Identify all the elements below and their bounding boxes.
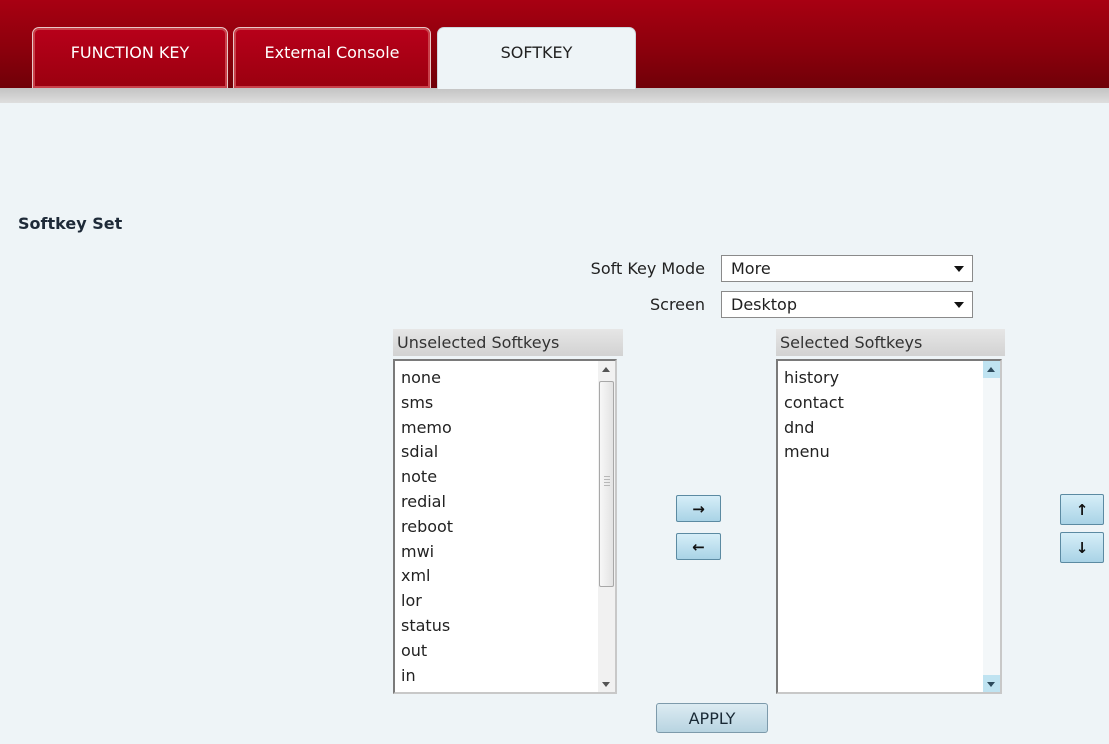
list-item[interactable]: contact [778, 391, 844, 416]
list-item[interactable]: lor [395, 589, 453, 614]
list-item[interactable]: memo [395, 416, 453, 441]
list-item[interactable]: out [395, 639, 453, 664]
grip-line [604, 479, 610, 480]
move-up-button[interactable]: ↑ [1060, 494, 1104, 525]
selected-scrollbar[interactable] [983, 361, 1000, 692]
list-item[interactable]: sms [395, 391, 453, 416]
move-down-button[interactable]: ↓ [1060, 532, 1104, 563]
scroll-up-button[interactable] [598, 361, 615, 378]
list-item[interactable]: menu [778, 440, 844, 465]
soft-key-mode-label: Soft Key Mode [590, 259, 705, 278]
apply-button[interactable]: APPLY [656, 703, 768, 733]
list-item[interactable]: history [778, 366, 844, 391]
triangle-up-icon [987, 367, 995, 372]
move-right-button[interactable]: → [676, 495, 721, 522]
tab-softkey-label: SOFTKEY [500, 43, 573, 62]
selected-items: history contact dnd menu [778, 366, 844, 465]
triangle-down-icon [987, 682, 995, 687]
screen-select[interactable]: Desktop [721, 291, 973, 318]
screen-label: Screen [649, 295, 705, 314]
soft-key-mode-value: More [731, 259, 771, 278]
scroll-down-button[interactable] [983, 675, 1000, 692]
tab-external-console-label: External Console [264, 42, 400, 62]
triangle-up-icon [602, 367, 610, 372]
triangle-down-icon [602, 682, 610, 687]
list-item[interactable]: status [395, 614, 453, 639]
list-item[interactable]: in [395, 664, 453, 689]
grip-line [604, 476, 610, 477]
screen-value: Desktop [731, 295, 797, 314]
arrow-up-icon: ↑ [1075, 500, 1089, 519]
chevron-down-icon [954, 266, 964, 272]
arrow-left-icon: ← [692, 537, 705, 556]
list-item[interactable]: dnd [778, 416, 844, 441]
apply-button-label: APPLY [688, 708, 736, 728]
scroll-up-button[interactable] [983, 361, 1000, 378]
scroll-thumb[interactable] [599, 381, 614, 587]
scroll-down-button[interactable] [598, 675, 615, 692]
grip-line [604, 485, 610, 486]
arrow-down-icon: ↓ [1075, 538, 1089, 557]
arrow-right-icon: → [692, 499, 705, 518]
tab-softkey[interactable]: SOFTKEY [437, 27, 636, 89]
tab-external-console[interactable]: External Console [233, 27, 431, 88]
section-title: Softkey Set [18, 214, 123, 233]
selected-list-header: Selected Softkeys [776, 329, 1005, 356]
tab-function-key-label: FUNCTION KEY [70, 42, 190, 62]
header-divider [0, 88, 1109, 103]
list-item[interactable]: sdial [395, 440, 453, 465]
list-item[interactable]: reboot [395, 515, 453, 540]
list-item[interactable]: note [395, 465, 453, 490]
list-item[interactable]: redial [395, 490, 453, 515]
list-item[interactable]: none [395, 366, 453, 391]
unselected-list-header: Unselected Softkeys [393, 329, 623, 356]
unselected-items: none sms memo sdial note redial reboot mwi xml lo… [395, 366, 453, 688]
tab-function-key[interactable]: FUNCTION KEY [32, 27, 228, 88]
move-left-button[interactable]: ← [676, 533, 721, 560]
list-item[interactable]: mwi [395, 540, 453, 565]
selected-softkeys-list[interactable]: history contact dnd menu [776, 359, 1002, 694]
soft-key-mode-select[interactable]: More [721, 255, 973, 282]
list-item[interactable]: xml [395, 564, 453, 589]
chevron-down-icon [954, 302, 964, 308]
grip-line [604, 482, 610, 483]
unselected-softkeys-list[interactable]: none sms memo sdial note redial reboot mwi xml lo… [393, 359, 617, 694]
unselected-scrollbar[interactable] [598, 361, 615, 692]
